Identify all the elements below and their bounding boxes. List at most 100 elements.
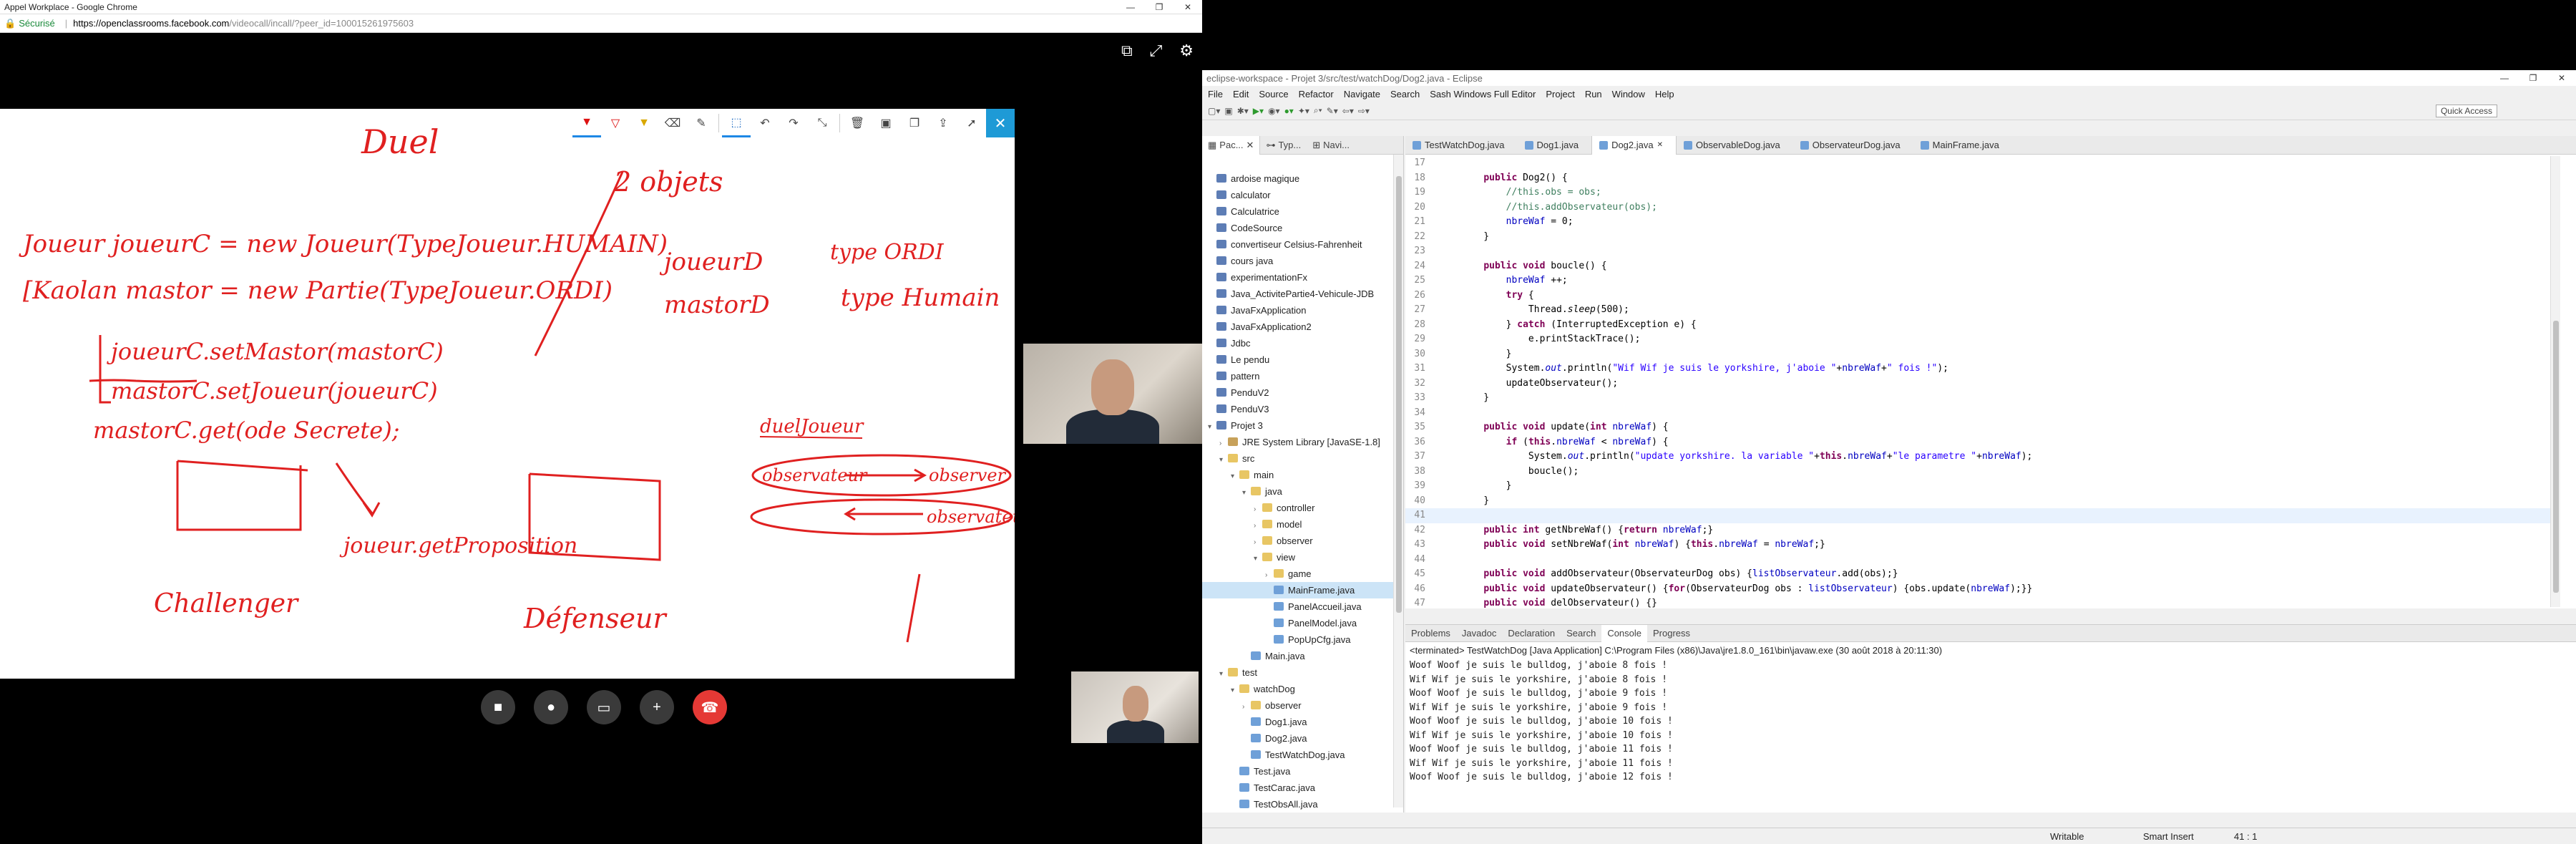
code-line[interactable]: 18 public Dog2() { (1405, 171, 2550, 186)
fullscreen-icon[interactable]: ⤢ (1150, 42, 1163, 60)
expand-icon[interactable]: › (1242, 699, 1251, 715)
menu-navigate[interactable]: Navigate (1344, 89, 1380, 100)
copy-icon[interactable]: ❐ (900, 109, 929, 137)
close-icon[interactable]: ✕ (2547, 73, 2576, 83)
save-icon[interactable]: ▣ (872, 109, 900, 137)
code-line[interactable]: 26 try { (1405, 288, 2550, 304)
code-line[interactable]: 27 Thread.sleep(500); (1405, 303, 2550, 318)
tree-item[interactable]: TestObsAll.java (1202, 796, 1403, 813)
tab-console[interactable]: Console (1601, 624, 1648, 642)
code-area[interactable]: 17 18 public Dog2() {19 //this.obs = obs;… (1405, 156, 2550, 611)
annotation-icon[interactable]: ✎▾ (1327, 106, 1338, 116)
tree-item[interactable]: ▾ main (1202, 467, 1403, 483)
tree-item[interactable]: › JRE System Library [JavaSE-1.8] (1202, 434, 1403, 450)
tree-item[interactable]: convertiseur Celsius-Fahrenheit (1202, 236, 1403, 253)
highlighter-icon[interactable]: ▼ (630, 109, 658, 137)
forward-icon[interactable]: ⇨▾ (1358, 106, 1370, 116)
code-line[interactable]: 25 nbreWaf ++; (1405, 273, 2550, 288)
whiteboard[interactable]: Duel Joueur joueurC = new Joueur(TypeJou… (0, 109, 1015, 679)
tree-item[interactable]: ▾ watchDog (1202, 681, 1403, 697)
code-line[interactable]: 30 } (1405, 347, 2550, 362)
close-icon[interactable]: ✕ (1174, 2, 1202, 12)
red-pen-icon[interactable]: ▼ (572, 109, 601, 137)
menu-sash-windows-full-editor[interactable]: Sash Windows Full Editor (1430, 89, 1536, 100)
scrollbar-thumb[interactable] (1396, 176, 1402, 613)
code-line[interactable]: 20 //this.addObservateur(obs); (1405, 200, 2550, 215)
editor-scrollbar[interactable] (2550, 156, 2560, 607)
maximize-icon[interactable]: ❐ (1145, 2, 1174, 12)
tree-item[interactable]: Jdbc (1202, 335, 1403, 351)
new-icon[interactable]: ▢▾ (1208, 106, 1220, 116)
tree-item[interactable]: TestCarac.java (1202, 780, 1403, 796)
tab-navigator[interactable]: ⊞ Navi... (1307, 140, 1355, 151)
menu-help[interactable]: Help (1655, 89, 1674, 100)
tree-item[interactable]: PanelModel.java (1202, 615, 1403, 631)
maximize-icon[interactable]: ❐ (2519, 73, 2547, 83)
tab-declaration[interactable]: Declaration (1502, 628, 1561, 639)
menu-refactor[interactable]: Refactor (1299, 89, 1334, 100)
code-line[interactable]: 37 System.out.println("update yorkshire.… (1405, 450, 2550, 465)
editor-tab[interactable]: MainFrame.java (1913, 136, 2012, 155)
tab-javadoc[interactable]: Javadoc (1456, 628, 1502, 639)
menu-file[interactable]: File (1208, 89, 1223, 100)
editor-tab[interactable]: ObservateurDog.java (1793, 136, 1913, 155)
tree-item[interactable]: MainFrame.java (1202, 582, 1403, 598)
new-class-icon[interactable]: ●▾ (1284, 106, 1294, 116)
tab-problems[interactable]: Problems (1405, 628, 1456, 639)
tree-item[interactable]: PanelAccueil.java (1202, 598, 1403, 615)
code-line[interactable]: 40 } (1405, 494, 2550, 509)
tree-item[interactable]: › model (1202, 516, 1403, 533)
expand-icon[interactable]: ▾ (1242, 485, 1251, 501)
code-line[interactable]: 44 (1405, 553, 2550, 568)
run-icon[interactable]: ▶▾ (1253, 106, 1264, 116)
code-line[interactable]: 38 boucle(); (1405, 465, 2550, 480)
tree-item[interactable]: › observer (1202, 533, 1403, 549)
tree-item[interactable]: ▾ src (1202, 450, 1403, 467)
tree-item[interactable]: Dog2.java (1202, 730, 1403, 747)
lasso-icon[interactable]: ⬚ (722, 109, 751, 137)
explorer-scrollbar[interactable] (1393, 155, 1403, 807)
tree-item[interactable]: Le pendu (1202, 351, 1403, 368)
code-line[interactable]: 29 e.printStackTrace(); (1405, 332, 2550, 347)
menu-run[interactable]: Run (1585, 89, 1602, 100)
address-bar[interactable]: 🔒 Sécurisé | https://openclassrooms.face… (0, 14, 1202, 33)
tree-item[interactable]: pattern (1202, 368, 1403, 384)
tree-item[interactable]: CodeSource (1202, 220, 1403, 236)
redo-icon[interactable]: ↷ (779, 109, 808, 137)
code-line[interactable]: 17 (1405, 156, 2550, 171)
external-tools-icon[interactable]: ◉▾ (1268, 106, 1280, 116)
tree-item[interactable]: calculator (1202, 187, 1403, 203)
minimize-icon[interactable]: — (1116, 2, 1145, 12)
tree-item[interactable]: PenduV2 (1202, 384, 1403, 401)
tree-item[interactable]: Main.java (1202, 648, 1403, 664)
url-text[interactable]: https://openclassrooms.facebook.com/vide… (73, 18, 414, 29)
tree-item[interactable]: › controller (1202, 500, 1403, 516)
menu-project[interactable]: Project (1546, 89, 1574, 100)
code-line[interactable]: 21 nbreWaf = 0; (1405, 215, 2550, 230)
code-line[interactable]: 45 public void addObservateur(Observateu… (1405, 567, 2550, 582)
scrollbar-thumb[interactable] (2553, 321, 2559, 593)
end-call-icon[interactable]: ☎ (693, 690, 727, 724)
video-icon[interactable]: ■ (481, 690, 515, 724)
menu-search[interactable]: Search (1390, 89, 1420, 100)
expand-icon[interactable]: ▾ (1254, 550, 1262, 567)
whiteboard-drawing[interactable]: Duel Joueur joueurC = new Joueur(TypeJou… (0, 109, 1015, 679)
menu-edit[interactable]: Edit (1233, 89, 1249, 100)
minimize-icon[interactable]: — (2490, 73, 2519, 83)
pencil-icon[interactable]: ✎ (687, 109, 716, 137)
tree-item[interactable]: PenduV3 (1202, 401, 1403, 417)
tree-item[interactable]: Test.java (1202, 763, 1403, 780)
code-line[interactable]: 32 updateObservateur(); (1405, 377, 2550, 392)
screen-icon[interactable]: ▭ (587, 690, 621, 724)
tree-item[interactable]: ▾ java (1202, 483, 1403, 500)
code-line[interactable]: 34 (1405, 406, 2550, 421)
screen-share-icon[interactable]: ⧉ (1121, 42, 1133, 60)
expand-icon[interactable]: › (1219, 435, 1228, 452)
tree-item[interactable]: ardoise magique (1202, 170, 1403, 187)
tree-item[interactable]: experimentationFx (1202, 269, 1403, 286)
tree-item[interactable]: Calculatrice (1202, 203, 1403, 220)
save-icon[interactable]: ▣ (1224, 106, 1232, 116)
code-line[interactable]: 22 } (1405, 230, 2550, 245)
tree-item[interactable]: JavaFxApplication (1202, 302, 1403, 319)
trash-icon[interactable]: 🗑 (843, 109, 872, 137)
